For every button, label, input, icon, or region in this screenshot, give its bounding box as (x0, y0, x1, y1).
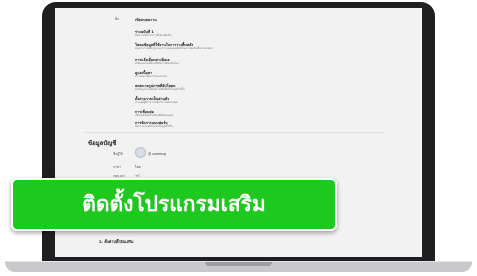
setting-item-desc: กำหนดผู้ที่สามารถเห็นโปรไฟล์ของคุณ (135, 101, 178, 104)
field-label-language: ภาษา (113, 165, 121, 169)
laptop-notch (205, 262, 272, 266)
settings-header-value: เขียนบทความ (135, 18, 157, 22)
setting-item-desc: ข้อความอธิบายการตั้งค่าเพิ่มเติม (135, 34, 172, 37)
banner-text: ติดตั้งโปรแกรมเสริม (82, 192, 266, 216)
section-divider (85, 132, 385, 133)
setting-item-desc: เชื่อมต่อบัญชีโซเชียลมีเดียของคุณ (135, 114, 174, 117)
install-plugin-banner[interactable]: ติดตั้งโปรแกรมเสริม (11, 178, 337, 231)
setting-item-desc: คุณสามารถเลือกรูปแบบการแสดงผลเพื่อให้เหม… (135, 47, 213, 50)
field-value-username: @ usermsg (148, 152, 166, 156)
field-label-username: ชื่อผู้ใช้ (113, 152, 123, 156)
field-value-language[interactable]: ไทย (135, 165, 141, 170)
plugin-settings-heading: 2. ตั้งค่าปลั๊กอินเสริม (99, 239, 134, 244)
setting-item-desc: ส่งอีเมลแจ้งเตือนเมื่อมีความคิดเห็นใหม่ (135, 62, 179, 65)
settings-row-label: สิ่ง (115, 17, 119, 21)
setting-item-desc: จัดการแบบฟอร์มและข้อมูลที่ได้รับ (135, 125, 174, 128)
avatar[interactable] (135, 147, 146, 158)
setting-item-desc: ตรวจสอบเนื้อหาก่อนเผยแพร่ (135, 75, 167, 78)
setting-item-desc: บีบอัดรูปภาพโดยอัตโนมัติเพื่อให้โหลดเร็ว… (135, 88, 185, 91)
account-section-heading: ข้อมูลบัญชี (88, 140, 117, 147)
